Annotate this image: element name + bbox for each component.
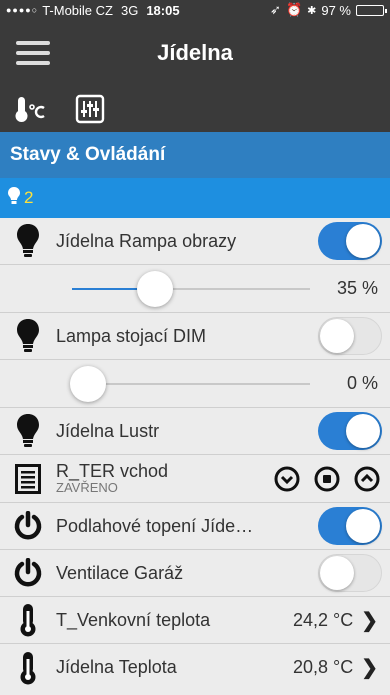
lightbulb-icon (8, 186, 20, 210)
device-label: Podlahové topení Jíde… (56, 515, 254, 536)
device-label: Jídelna Lustr (56, 420, 160, 441)
slider-thumb[interactable] (137, 271, 174, 307)
device-list: Jídelna Rampa obrazy 35 % Lampa stojací … (0, 218, 390, 691)
battery-icon (356, 4, 387, 16)
dimmer-slider-row: 0 % (0, 360, 390, 408)
temperature-value: 20,8 °C (293, 657, 354, 677)
list-item: Ventilace Garáž (0, 550, 390, 597)
dimmer-slider-row: 35 % (0, 265, 390, 313)
section-header: Stavy & Ovládání (0, 132, 390, 178)
nav-bar: Jídelna (0, 20, 390, 86)
stop-circle-icon[interactable] (314, 466, 340, 492)
list-item: Jídelna Lustr (0, 408, 390, 455)
chevron-right-icon: ❯ (361, 657, 378, 679)
location-icon: ➶ (270, 2, 281, 17)
list-item: Lampa stojací DIM (0, 313, 390, 360)
chevron-right-icon: ❯ (361, 609, 378, 632)
sensor-label: Jídelna Teplota (56, 657, 177, 677)
chevron-up-circle-icon[interactable] (354, 466, 380, 492)
lights-summary[interactable]: 2 (0, 178, 390, 218)
dimmer-value: 0 % (346, 373, 378, 393)
lights-on-count: 2 (24, 188, 34, 207)
hamburger-menu-icon[interactable] (16, 41, 50, 65)
power-toggle[interactable] (318, 507, 382, 545)
thermometer-icon (0, 603, 56, 637)
signal-strength: ●●●●○ (6, 5, 39, 15)
power-icon (0, 558, 56, 588)
battery-percent: 97 % (321, 2, 351, 18)
dimmer-slider[interactable] (72, 271, 310, 307)
device-label: R_TER vchod (56, 461, 169, 481)
sensor-label: T_Venkovní teplota (56, 609, 211, 630)
page-title: Jídelna (157, 40, 233, 65)
dimmer-value: 35 % (336, 278, 378, 298)
status-bar: ●●●●○ T-Mobile CZ 3G 18:05 ➶ ⏰ ✱ 97 % (0, 0, 390, 20)
thermometer-icon (0, 651, 56, 685)
device-label: Lampa stojací DIM (56, 325, 207, 346)
window-blind-icon (0, 463, 56, 494)
list-item: R_TER vchod ZAVŘENO (0, 455, 390, 503)
lightbulb-icon (0, 414, 56, 448)
thermometer-celsius-icon[interactable] (10, 89, 50, 129)
list-item: Jídelna Rampa obrazy (0, 218, 390, 265)
device-label: Jídelna Rampa obrazy (56, 230, 237, 251)
list-item: Podlahové topení Jíde… (0, 503, 390, 550)
toolbar (0, 86, 390, 132)
temperature-value: 24,2 °C (293, 609, 354, 630)
slider-thumb[interactable] (70, 366, 106, 402)
power-toggle[interactable] (318, 412, 382, 450)
sliders-icon[interactable] (70, 89, 110, 129)
alarm-icon: ⏰ (285, 2, 303, 17)
power-toggle[interactable] (318, 554, 382, 592)
clock: 18:05 (146, 2, 180, 18)
dimmer-slider[interactable] (70, 366, 310, 402)
power-icon (0, 511, 56, 541)
blind-state: ZAVŘENO (56, 480, 118, 495)
list-item[interactable]: T_Venkovní teplota 24,2 °C ❯ (0, 597, 390, 644)
carrier-name: T-Mobile CZ (42, 2, 113, 18)
power-toggle[interactable] (318, 222, 382, 260)
lightbulb-icon (0, 319, 56, 353)
bluetooth-icon: ✱ (307, 4, 317, 17)
power-toggle[interactable] (318, 317, 382, 355)
device-label: Ventilace Garáž (56, 562, 184, 583)
list-item[interactable]: Jídelna Teplota 20,8 °C ❯ (0, 644, 390, 691)
network-type: 3G (120, 2, 139, 18)
lightbulb-icon (0, 224, 56, 258)
chevron-down-circle-icon[interactable] (274, 466, 300, 492)
